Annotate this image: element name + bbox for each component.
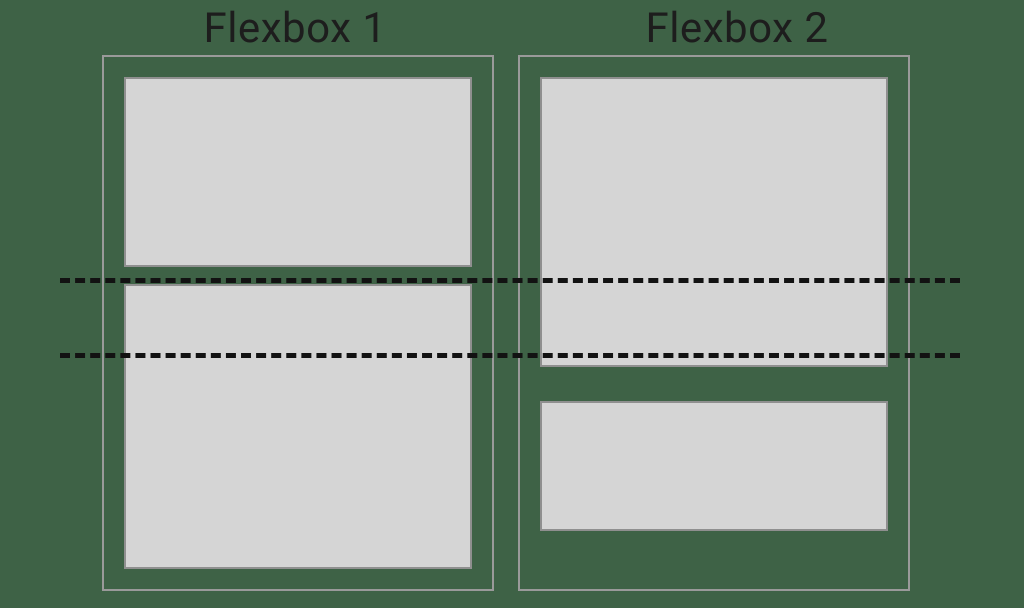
flexbox-2-item-top (540, 77, 888, 367)
flexbox-1-item-top (124, 77, 472, 267)
flexbox-1-label: Flexbox 1 (80, 4, 510, 53)
flexbox-2-container (518, 55, 910, 591)
diagram-stage: Flexbox 1 Flexbox 2 (0, 0, 1024, 608)
flexbox-2-label: Flexbox 2 (522, 4, 952, 53)
flexbox-1-container (102, 55, 494, 591)
flexbox-1-item-bottom (124, 284, 472, 569)
flexbox-2-item-bottom (540, 401, 888, 531)
